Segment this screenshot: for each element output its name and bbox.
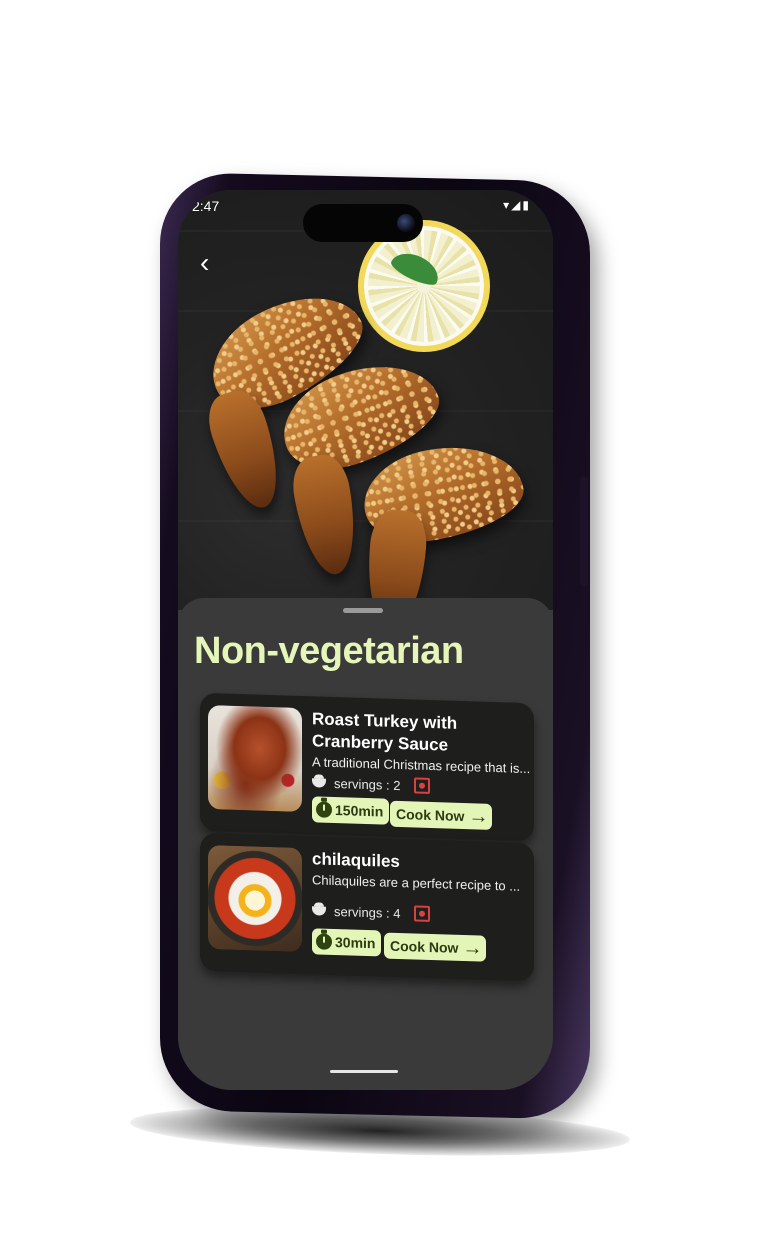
- recipe-image: [208, 845, 302, 952]
- cook-now-label: Cook Now: [396, 805, 465, 825]
- nonveg-icon: [414, 777, 431, 794]
- cook-now-button[interactable]: Cook Now →: [390, 800, 493, 830]
- category-title: Non-vegetarian: [194, 630, 464, 672]
- status-time: 2:47: [192, 198, 220, 214]
- chicken-wing-tip: [288, 451, 364, 579]
- timer-icon: [316, 801, 332, 818]
- timer-icon: [316, 933, 332, 950]
- status-icons: ▾◢▮: [503, 198, 531, 212]
- app-screen: 2:47 ▾◢▮ ‹ Non-vegetarian Roast Turkey w…: [178, 190, 553, 1090]
- dynamic-island: [303, 204, 423, 242]
- chevron-left-icon: ‹: [200, 247, 210, 278]
- cook-time-badge: 30min: [312, 928, 382, 957]
- camera-icon: [397, 214, 415, 232]
- recipe-image: [208, 705, 302, 812]
- bowl-icon: [312, 777, 326, 788]
- arrow-right-icon: →: [462, 936, 483, 960]
- phone-side-button: [580, 476, 588, 586]
- cook-time-badge: 150min: [312, 796, 390, 825]
- recipe-card[interactable]: Roast Turkey with Cranberry Sauce A trad…: [200, 692, 534, 842]
- servings-row: servings : 2: [312, 774, 431, 794]
- arrow-right-icon: →: [468, 805, 489, 828]
- back-button[interactable]: ‹: [200, 248, 232, 280]
- nonveg-icon: [414, 905, 431, 922]
- servings-row: servings : 4: [312, 902, 431, 922]
- recipe-title: Roast Turkey with Cranberry Sauce: [312, 708, 527, 759]
- recipe-sheet: Non-vegetarian Roast Turkey with Cranber…: [178, 598, 553, 1090]
- cook-time-label: 30min: [335, 933, 376, 952]
- recipe-card[interactable]: chilaquiles Chilaquiles are a perfect re…: [200, 832, 534, 982]
- servings-label: servings : 2: [334, 775, 401, 793]
- slate-texture: [178, 520, 553, 522]
- sheet-drag-handle[interactable]: [343, 608, 383, 613]
- home-indicator[interactable]: [330, 1070, 398, 1073]
- servings-label: servings : 4: [334, 903, 401, 921]
- cook-time-label: 150min: [335, 801, 384, 820]
- hero-image: 2:47 ▾◢▮ ‹: [178, 190, 553, 610]
- cook-now-label: Cook Now: [390, 937, 459, 956]
- bowl-icon: [312, 905, 326, 916]
- cook-now-button[interactable]: Cook Now →: [384, 932, 487, 962]
